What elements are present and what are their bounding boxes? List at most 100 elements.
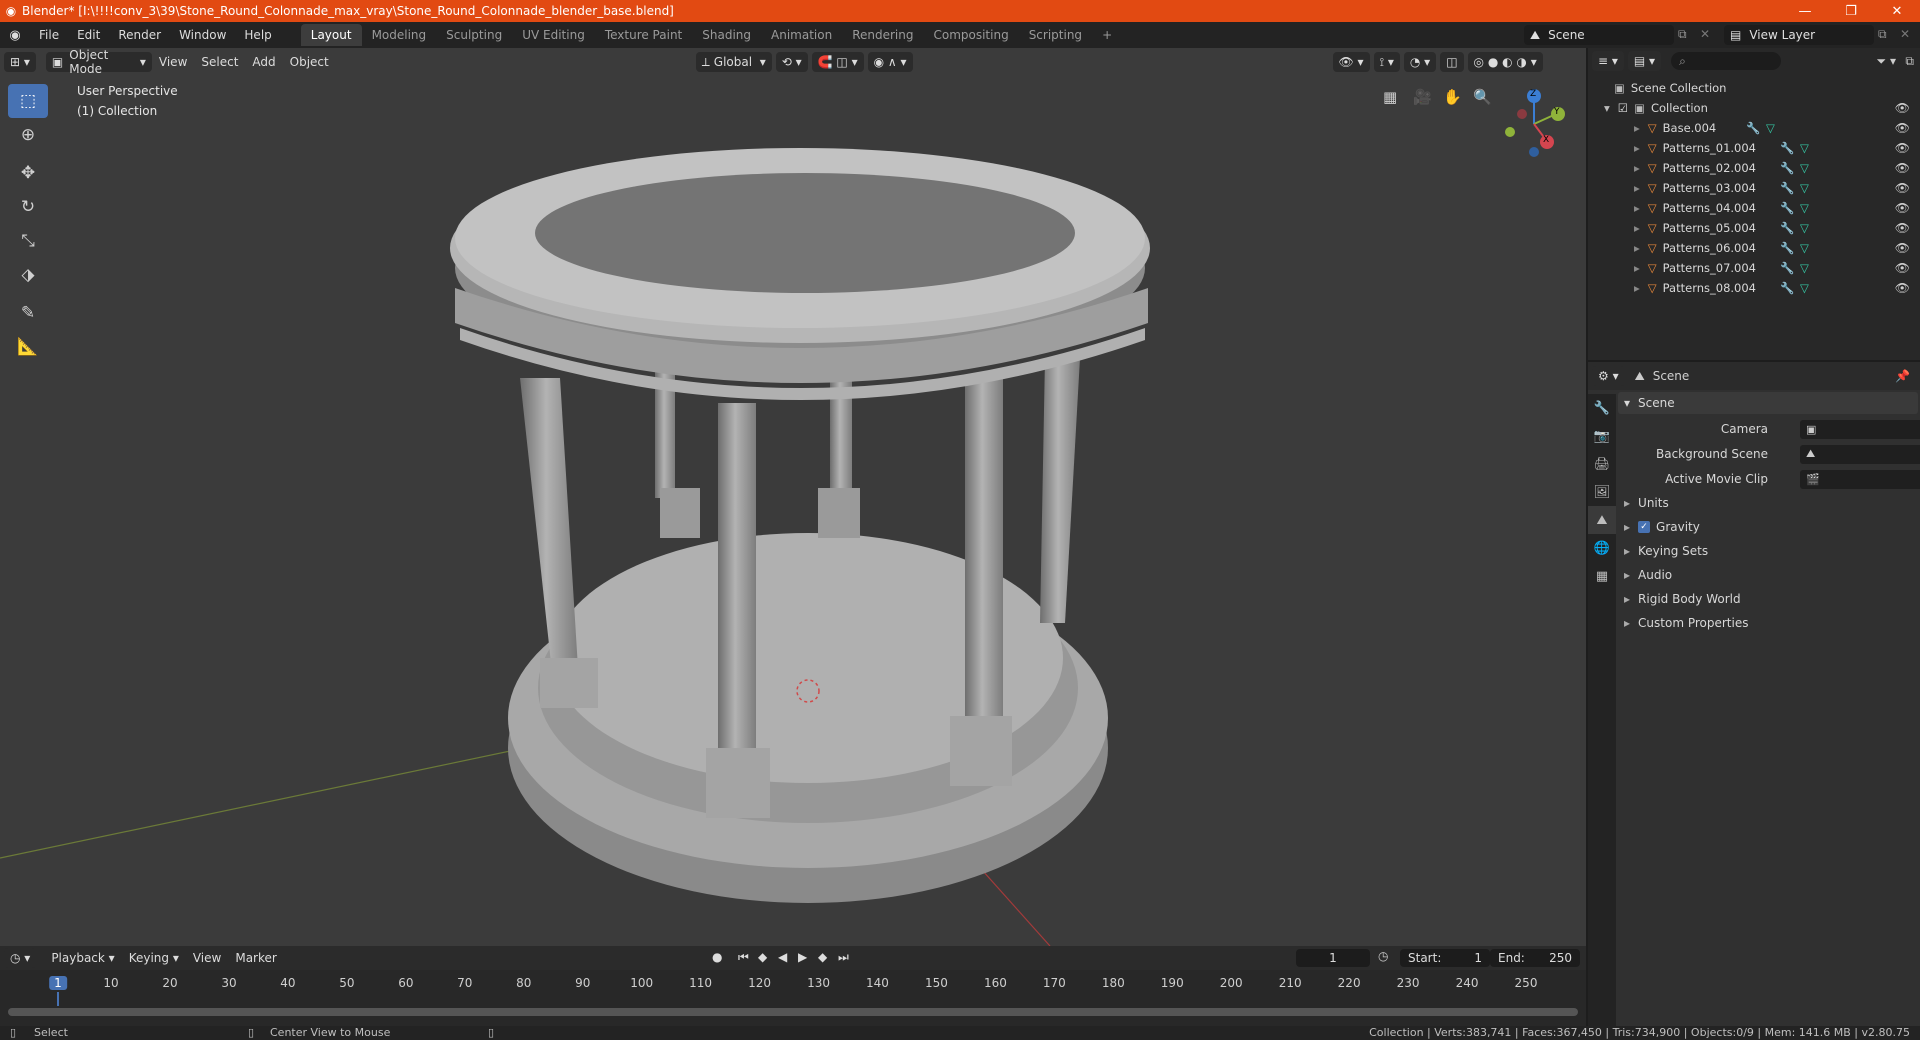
eye-icon[interactable]: 👁 bbox=[1895, 121, 1910, 135]
add-workspace-button[interactable]: + bbox=[1092, 24, 1122, 46]
modifier-wrench-icon[interactable]: 🔧 bbox=[1746, 121, 1760, 135]
tab-scripting[interactable]: Scripting bbox=[1019, 24, 1092, 46]
mesh-data-icon[interactable]: ▽ bbox=[1800, 161, 1809, 175]
exclude-checkbox[interactable]: ☑ bbox=[1618, 101, 1628, 115]
3d-viewport[interactable]: ⊞ ▾ ▣ Object Mode ▾ View Select Add Obje… bbox=[0, 48, 1586, 946]
expand-arrow-icon[interactable]: ▸ bbox=[1634, 181, 1640, 195]
expand-arrow-icon[interactable]: ▸ bbox=[1634, 221, 1640, 235]
mesh-data-icon[interactable]: ▽ bbox=[1800, 241, 1809, 255]
modifier-wrench-icon[interactable]: 🔧 bbox=[1780, 261, 1794, 275]
tab-modeling[interactable]: Modeling bbox=[362, 24, 437, 46]
timeline-ruler[interactable]: 1 10 20 30 40 50 60 70 80 90 100 110 120 130 140 150 160… bbox=[0, 970, 1586, 1006]
eye-icon[interactable]: 👁 bbox=[1895, 221, 1910, 235]
properties-section-row[interactable]: ▸ Audio bbox=[1618, 564, 1918, 586]
outliner-object-row[interactable]: ▸ ▽ Patterns_06.004 🔧 ▽ 👁 bbox=[1588, 238, 1920, 258]
view-layer-tab[interactable]: 🖼 bbox=[1588, 478, 1616, 506]
overlay-toggle-button[interactable]: ◔ ▾ bbox=[1403, 52, 1437, 72]
visibility-selectability-button[interactable]: 👁 ▾ bbox=[1332, 52, 1370, 72]
scene-tab[interactable]: ⛰ bbox=[1588, 506, 1616, 534]
modifier-wrench-icon[interactable]: 🔧 bbox=[1780, 281, 1794, 295]
expand-arrow-icon[interactable]: ▸ bbox=[1634, 241, 1640, 255]
outliner-object-row[interactable]: ▸ ▽ Base.004 🔧 ▽ 👁 bbox=[1588, 118, 1920, 138]
properties-editor-type-button[interactable]: ⚙ ▾ bbox=[1592, 366, 1625, 386]
tab-rendering[interactable]: Rendering bbox=[842, 24, 923, 46]
mesh-data-icon[interactable]: ▽ bbox=[1800, 261, 1809, 275]
timeline-scrollbar[interactable] bbox=[8, 1008, 1578, 1016]
expand-arrow-icon[interactable]: ▸ bbox=[1634, 281, 1640, 295]
outliner-search-input[interactable]: ⌕ bbox=[1671, 52, 1782, 70]
outliner-object-row[interactable]: ▸ ▽ Patterns_04.004 🔧 ▽ 👁 bbox=[1588, 198, 1920, 218]
transform-orientation-dropdown[interactable]: ⟂ Global ▾ bbox=[695, 52, 772, 72]
expand-arrow-icon[interactable]: ▾ bbox=[1604, 101, 1610, 115]
pin-icon[interactable]: 📌 bbox=[1895, 369, 1910, 383]
start-frame-field[interactable]: Start: 1 bbox=[1400, 949, 1490, 967]
outliner-collection[interactable]: ▾ ☑ ▣ Collection 👁 bbox=[1588, 98, 1920, 118]
blender-menu-icon[interactable]: ◉ bbox=[0, 28, 30, 43]
outliner-object-row[interactable]: ▸ ▽ Patterns_05.004 🔧 ▽ 👁 bbox=[1588, 218, 1920, 238]
tool-settings-tab[interactable]: 🔧 bbox=[1588, 394, 1616, 422]
tab-uv-editing[interactable]: UV Editing bbox=[512, 24, 595, 46]
play-icon[interactable]: ▶ bbox=[798, 950, 807, 964]
expand-arrow-icon[interactable]: ▸ bbox=[1634, 261, 1640, 275]
active-clip-field[interactable]: 🎬 bbox=[1800, 469, 1920, 489]
playhead[interactable] bbox=[57, 992, 59, 1006]
expand-arrow-icon[interactable]: ▸ bbox=[1634, 121, 1640, 135]
modifier-wrench-icon[interactable]: 🔧 bbox=[1780, 181, 1794, 195]
close-button[interactable]: ✕ bbox=[1874, 4, 1920, 19]
remove-scene-icon[interactable]: ✕ bbox=[1700, 27, 1710, 41]
prev-keyframe-icon[interactable]: ◆ bbox=[758, 950, 767, 964]
eye-icon[interactable]: 👁 bbox=[1895, 181, 1910, 195]
select-box-tool[interactable]: ⬚ bbox=[8, 84, 48, 118]
outliner-object-row[interactable]: ▸ ▽ Patterns_07.004 🔧 ▽ 👁 bbox=[1588, 258, 1920, 278]
eye-icon[interactable]: 👁 bbox=[1895, 241, 1910, 255]
background-scene-field[interactable]: ⛰ bbox=[1800, 444, 1920, 464]
outliner-object-row[interactable]: ▸ ▽ Patterns_08.004 🔧 ▽ 👁 bbox=[1588, 278, 1920, 298]
current-frame-field[interactable]: 1 bbox=[1296, 949, 1370, 967]
object-mode-dropdown[interactable]: ▣ Object Mode ▾ bbox=[45, 48, 152, 76]
maximize-button[interactable]: ❐ bbox=[1828, 4, 1874, 19]
proportional-edit-button[interactable]: ◉ ∧ ▾ bbox=[867, 52, 913, 72]
modifier-wrench-icon[interactable]: 🔧 bbox=[1780, 141, 1794, 155]
menu-render[interactable]: Render bbox=[109, 28, 170, 42]
expand-arrow-icon[interactable]: ▸ bbox=[1634, 161, 1640, 175]
mesh-data-icon[interactable]: ▽ bbox=[1800, 201, 1809, 215]
properties-section-row[interactable]: ▸ Custom Properties bbox=[1618, 612, 1918, 634]
modifier-wrench-icon[interactable]: 🔧 bbox=[1780, 161, 1794, 175]
camera-field[interactable]: ▣ ✎ bbox=[1800, 419, 1920, 439]
transform-tool[interactable]: ⬗ bbox=[8, 258, 48, 292]
tab-sculpting[interactable]: Sculpting bbox=[436, 24, 512, 46]
new-scene-icon[interactable]: ⧉ bbox=[1678, 27, 1687, 42]
mesh-data-icon[interactable]: ▽ bbox=[1766, 121, 1775, 135]
outliner-object-row[interactable]: ▸ ▽ Patterns_01.004 🔧 ▽ 👁 bbox=[1588, 138, 1920, 158]
record-icon[interactable]: ● bbox=[712, 950, 722, 964]
jump-start-icon[interactable]: ⏮ bbox=[738, 950, 749, 965]
menu-window[interactable]: Window bbox=[170, 28, 235, 42]
new-view-layer-icon[interactable]: ⧉ bbox=[1878, 27, 1887, 42]
tab-layout[interactable]: Layout bbox=[300, 24, 362, 46]
outliner-scene-collection[interactable]: ▣ Scene Collection bbox=[1588, 78, 1920, 98]
expand-arrow-icon[interactable]: ▸ bbox=[1634, 201, 1640, 215]
minimize-button[interactable]: — bbox=[1782, 4, 1828, 19]
shading-modes-button[interactable]: ◎ ● ◐ ◑ ▾ bbox=[1467, 52, 1543, 72]
eye-icon[interactable]: 👁 bbox=[1895, 261, 1910, 275]
timeline-editor[interactable]: ◷ ▾ Playback ▾ Keying ▾ View Marker ● ⏮ … bbox=[0, 946, 1586, 1026]
menu-file[interactable]: File bbox=[30, 28, 68, 42]
outliner-object-row[interactable]: ▸ ▽ Patterns_02.004 🔧 ▽ 👁 bbox=[1588, 158, 1920, 178]
clock-icon[interactable]: ◷ bbox=[1378, 949, 1388, 963]
modifier-wrench-icon[interactable]: 🔧 bbox=[1780, 221, 1794, 235]
annotate-tool[interactable]: ✎ bbox=[8, 296, 48, 330]
mesh-data-icon[interactable]: ▽ bbox=[1800, 281, 1809, 295]
next-keyframe-icon[interactable]: ◆ bbox=[818, 950, 827, 964]
viewport-menu-view[interactable]: View bbox=[152, 55, 194, 69]
playback-menu[interactable]: Playback ▾ bbox=[44, 951, 121, 965]
mesh-data-icon[interactable]: ▽ bbox=[1800, 141, 1809, 155]
grid-view-icon[interactable]: ▦ bbox=[1383, 88, 1397, 106]
expand-arrow-icon[interactable]: ▸ bbox=[1634, 141, 1640, 155]
move-tool[interactable]: ✥ bbox=[8, 156, 48, 190]
tab-compositing[interactable]: Compositing bbox=[923, 24, 1018, 46]
keying-menu[interactable]: Keying ▾ bbox=[122, 951, 186, 965]
scene-selector[interactable]: ⛰ Scene bbox=[1524, 25, 1674, 45]
gizmo-toggle-button[interactable]: ⟟ ▾ bbox=[1373, 52, 1400, 72]
menu-help[interactable]: Help bbox=[235, 28, 280, 42]
marker-menu[interactable]: Marker bbox=[228, 951, 283, 965]
